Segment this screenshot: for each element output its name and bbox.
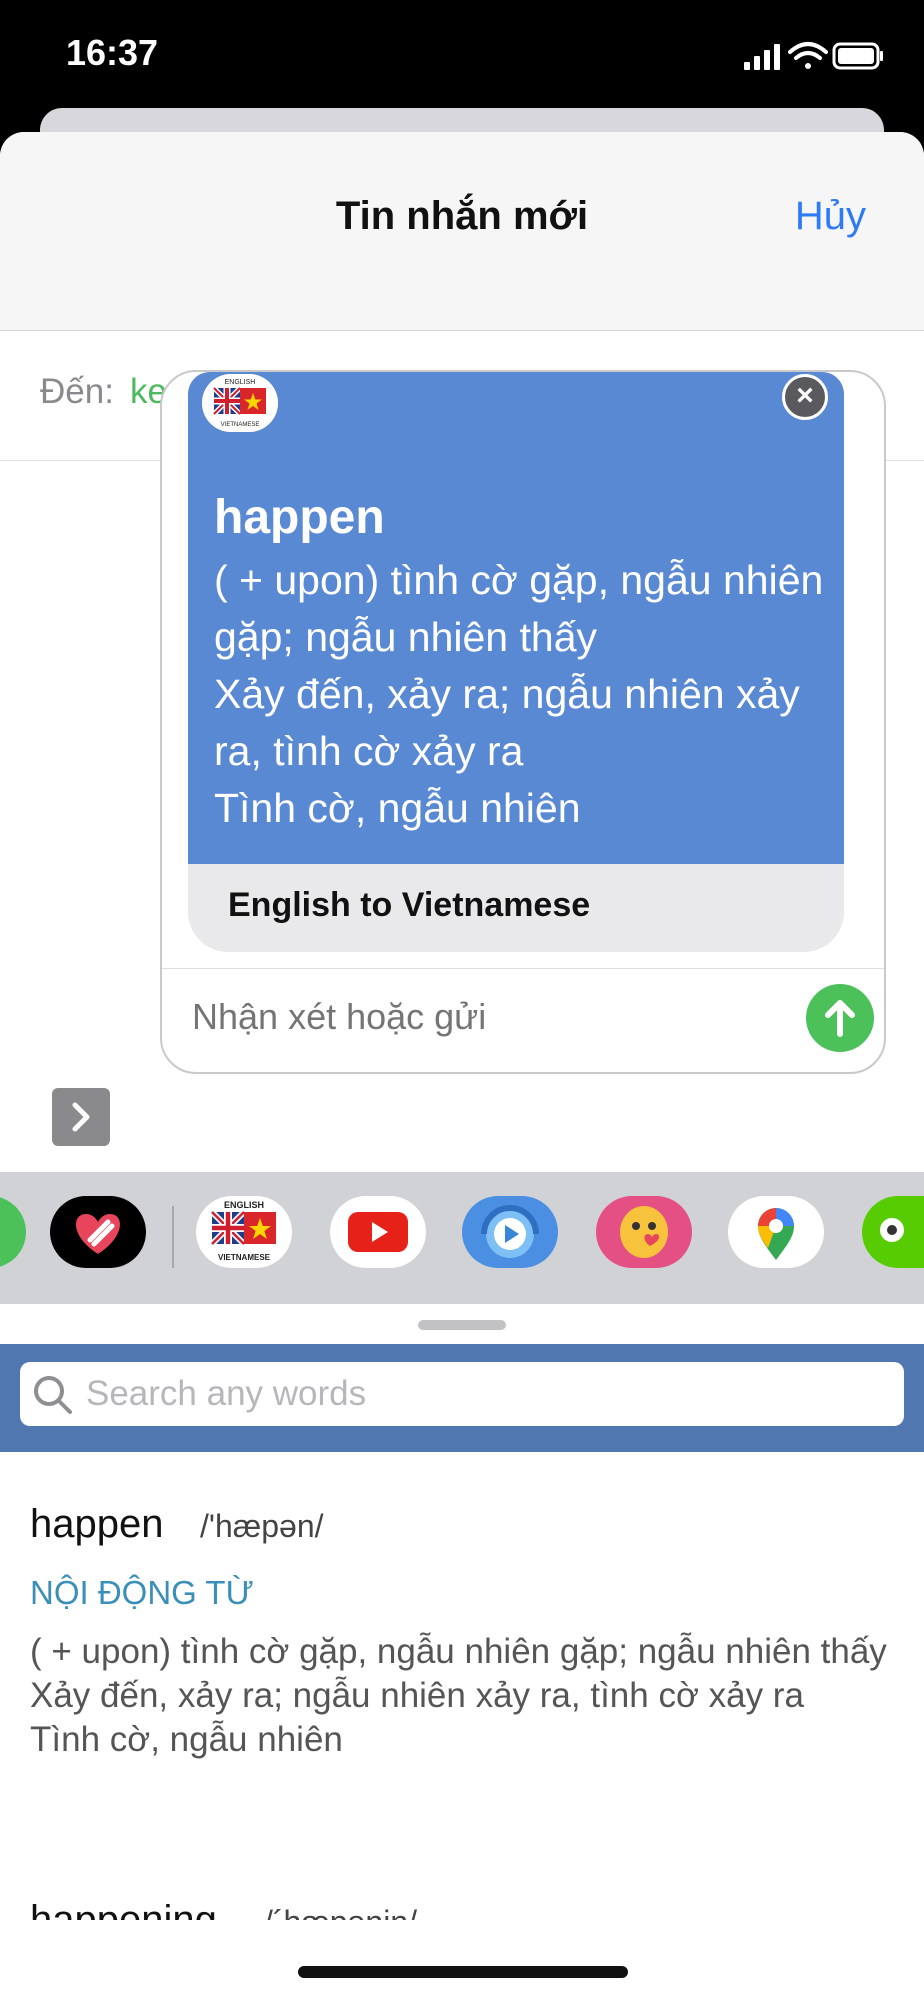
entry-word: happen — [30, 1502, 164, 1546]
entry-part-of-speech: NỘI ĐỘNG TỪ — [30, 1574, 254, 1611]
card-word: happen — [214, 491, 385, 544]
duolingo-app-icon[interactable] — [862, 1196, 924, 1268]
google-maps-app-icon[interactable] — [728, 1196, 824, 1268]
music-app-icon[interactable] — [462, 1196, 558, 1268]
arrow-up-icon — [825, 1000, 855, 1037]
card-footer[interactable]: English to Vietnamese — [188, 864, 844, 952]
divider — [162, 968, 884, 969]
cancel-button[interactable]: Hủy — [795, 194, 866, 239]
search-input[interactable] — [86, 1362, 886, 1426]
dictionary-card[interactable]: ENGLISH VIETNAMESE × happen (+ upon) tì… — [188, 372, 844, 864]
logo-text-top: ENGLISH — [225, 379, 256, 386]
search-icon — [34, 1376, 72, 1414]
app-drawer: ENGLISH VIETNAMESE — [0, 1172, 924, 1304]
bottom-area — [0, 1920, 924, 2000]
app-divider — [172, 1206, 174, 1268]
photos-app-icon[interactable] — [0, 1196, 26, 1268]
panel-grabber[interactable] — [418, 1320, 506, 1330]
search-field[interactable] — [20, 1362, 904, 1426]
youtube-app-icon[interactable] — [330, 1196, 426, 1268]
card-footer-title: English to Vietnamese — [228, 886, 591, 924]
card-meaning: ( + upon) tình cờ gặp, ngẫu nhiên gặp; n… — [214, 557, 824, 831]
search-bar — [0, 1344, 924, 1452]
navigation-bar: Tin nhắn mới Hủy — [0, 132, 924, 331]
comment-input[interactable] — [192, 982, 752, 1052]
app-label-top: ENGLISH — [224, 1200, 264, 1210]
wifi-icon — [788, 42, 828, 69]
home-indicator[interactable] — [298, 1966, 628, 1978]
entry-definition: ( + upon) tình cờ gặp, ngẫu nhiên gặp; n… — [30, 1632, 887, 1759]
english-vietnamese-logo: ENGLISH VIETNAMESE — [202, 374, 278, 432]
chevron-right-icon — [72, 1102, 90, 1132]
sticker-app-icon[interactable] — [596, 1196, 692, 1268]
list-item[interactable]: happening /´hæpəniŋ/ — [0, 1880, 924, 1920]
expand-apps-button[interactable] — [52, 1088, 110, 1146]
english-vietnamese-app-icon[interactable]: ENGLISH VIETNAMESE — [196, 1196, 292, 1268]
digital-touch-app-icon[interactable] — [50, 1196, 146, 1268]
page-title: Tin nhắn mới — [335, 194, 589, 238]
cellular-signal-icon — [744, 44, 780, 70]
app-label-bottom: VIETNAMESE — [218, 1253, 271, 1262]
status-icons — [744, 42, 883, 70]
new-message-sheet: Tin nhắn mới Hủy Đến: kevin ENGLISH — [0, 132, 924, 2000]
logo-text-bottom: VIETNAMESE — [221, 422, 260, 428]
to-label: Đến: — [40, 372, 114, 411]
status-time: 16:37 — [66, 32, 159, 73]
entry-word: happening — [30, 1898, 217, 1920]
close-icon[interactable]: × — [782, 374, 828, 420]
battery-icon — [832, 42, 883, 70]
list-item[interactable]: happen /'hæpən/ NỘI ĐỘNG TỪ ( + upon) tì… — [0, 1452, 924, 1814]
entry-phonetic: /´hæpəniŋ/ — [264, 1904, 417, 1920]
compose-box: ENGLISH VIETNAMESE × happen (+ upon) tì… — [160, 370, 886, 1074]
send-button[interactable] — [806, 984, 874, 1052]
entry-phonetic: /'hæpən/ — [200, 1508, 324, 1544]
flag-icon: ENGLISH VIETNAMESE — [202, 374, 278, 432]
